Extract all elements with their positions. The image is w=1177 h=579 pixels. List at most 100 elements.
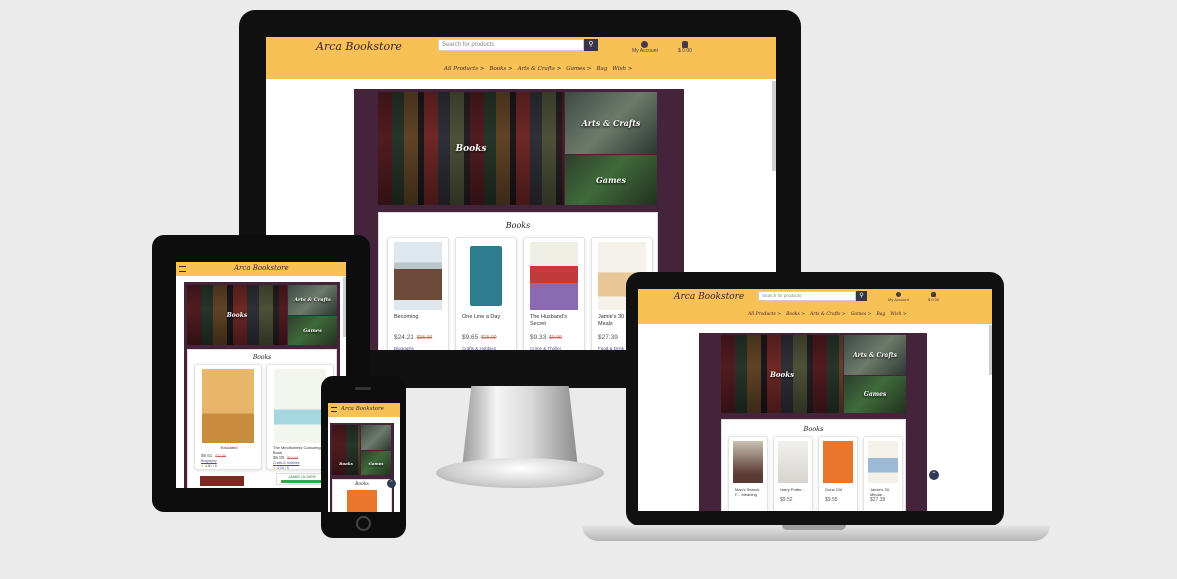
hero-books-tile[interactable]: Books bbox=[378, 92, 564, 205]
search-button[interactable]: ⚲ bbox=[584, 39, 598, 51]
product-title[interactable]: Educated bbox=[201, 445, 257, 450]
laptop-nav-wish[interactable]: Wish > bbox=[890, 312, 906, 317]
hamburger-menu-icon[interactable] bbox=[179, 266, 186, 272]
product-title[interactable]: One Line a Day bbox=[462, 314, 512, 321]
tablet-books-section: Books Educated $9.61 $17.99 Biography ★ 4.81… bbox=[187, 349, 337, 488]
site-logo[interactable]: Arca Bookstore bbox=[316, 40, 402, 53]
product-card[interactable]: Gone Girl $9.55 bbox=[818, 436, 858, 511]
laptop-bag-total: $ 0.00 bbox=[928, 297, 940, 302]
nav-books[interactable]: Books > bbox=[489, 66, 512, 72]
laptop-nav-books[interactable]: Books > bbox=[786, 312, 805, 317]
nav-bag[interactable]: Bag bbox=[597, 66, 608, 72]
price-old: $9.99 bbox=[549, 335, 562, 341]
nav-arts-crafts[interactable]: Arts & Crafts > bbox=[518, 66, 562, 72]
laptop-nav-all[interactable]: All Products > bbox=[748, 312, 781, 317]
laptop-scrollbar[interactable] bbox=[989, 325, 992, 375]
book-cover[interactable] bbox=[394, 242, 442, 310]
product-rating: ★ 4.81 / 5 bbox=[201, 464, 217, 468]
product-category-link[interactable]: Crafts & Hobbies bbox=[462, 346, 496, 350]
chevron-up-icon: ⌃ bbox=[389, 480, 394, 486]
product-category-link[interactable]: Crafts & Hobbies bbox=[273, 461, 299, 465]
laptop-nav-games[interactable]: Games > bbox=[851, 312, 872, 317]
nav-all-products[interactable]: All Products > bbox=[444, 66, 484, 72]
tablet-hero-games-label: Games bbox=[303, 327, 322, 334]
laptop-hero-arts[interactable]: Arts & Crafts bbox=[844, 335, 906, 375]
laptop-section-title: Books bbox=[803, 425, 824, 433]
price-old: $35.00 bbox=[416, 335, 433, 341]
scrollbar[interactable] bbox=[772, 81, 776, 171]
laptop-hero-books[interactable]: Books bbox=[721, 335, 843, 413]
laptop-bag-link[interactable]: $ 0.00 bbox=[928, 292, 939, 302]
laptop-logo[interactable]: Arca Bookstore bbox=[674, 292, 744, 302]
book-cover[interactable] bbox=[867, 441, 899, 483]
laptop-account-link[interactable]: My Account bbox=[888, 292, 909, 302]
book-cover[interactable] bbox=[777, 441, 809, 483]
nav-wish[interactable]: Wish > bbox=[612, 66, 632, 72]
user-icon bbox=[641, 41, 649, 48]
product-card[interactable]: Harry Potter... $9.52 bbox=[773, 436, 813, 511]
product-card[interactable]: One Line a Day $9.65 $15.00 Crafts & Hobbie… bbox=[455, 237, 517, 350]
book-cover[interactable] bbox=[822, 441, 854, 483]
product-card[interactable]: Jamie's 30-Minute... $27.39 bbox=[863, 436, 903, 511]
phone-section-title: Books bbox=[355, 482, 369, 487]
product-card[interactable]: Man's Search F... Meaning bbox=[728, 436, 768, 511]
laptop-search-button[interactable]: ⚲ bbox=[856, 291, 867, 301]
book-cover[interactable] bbox=[530, 242, 578, 310]
price-current: $27.39 bbox=[598, 334, 618, 341]
hero-games-tile[interactable]: Games bbox=[565, 155, 657, 205]
phone-hamburger-icon[interactable] bbox=[331, 407, 337, 412]
product-category-link[interactable]: Biography bbox=[394, 346, 414, 350]
product-card[interactable]: Becoming $24.21 $35.00 Biography bbox=[387, 237, 449, 350]
book-cover[interactable] bbox=[273, 369, 327, 443]
laptop-nav-bag[interactable]: Bag bbox=[876, 312, 885, 317]
tablet-logo[interactable]: Arca Bookstore bbox=[234, 264, 289, 272]
tablet-hero-games[interactable]: Games bbox=[288, 316, 337, 345]
product-category-link[interactable]: Food & Drink bbox=[598, 346, 624, 350]
account-link[interactable]: My Account bbox=[632, 41, 658, 54]
hero-arts-tile[interactable]: Arts & Crafts bbox=[565, 92, 657, 154]
product-card[interactable]: The Husband's Secret $9.33 $9.99 Crime & Th… bbox=[523, 237, 585, 350]
product-category-link[interactable]: Crime & Thriller bbox=[530, 346, 561, 350]
rating-value: 4.26 / 5 bbox=[277, 466, 289, 470]
rating-value: 4.81 / 5 bbox=[205, 464, 217, 468]
laptop-search-input[interactable]: Search for products bbox=[758, 291, 856, 301]
price-current: $9.65 bbox=[462, 334, 479, 341]
tablet-hero-arts[interactable]: Arts & Crafts bbox=[288, 285, 337, 315]
price-old: $12.99 bbox=[287, 456, 298, 460]
bag-link[interactable]: $ 0.00 bbox=[678, 41, 692, 54]
product-price: $9.52 bbox=[780, 497, 793, 503]
product-price: $6.80 $12.99 bbox=[273, 455, 298, 460]
product-title[interactable]: The Husband's Secret bbox=[530, 314, 580, 328]
book-cover[interactable] bbox=[201, 369, 255, 443]
tablet-scrollbar[interactable] bbox=[343, 277, 346, 337]
product-title[interactable]: Jamie's 30-Minute... bbox=[870, 487, 898, 497]
book-cover[interactable] bbox=[732, 441, 764, 483]
phone-hero-games[interactable]: Games bbox=[361, 451, 391, 475]
phone-book-cover bbox=[347, 490, 377, 512]
laptop-hero-games[interactable]: Games bbox=[844, 376, 906, 413]
books-section: Books Becoming $24.21 $35.00 Biography One L… bbox=[378, 212, 658, 350]
laptop-nav-arts[interactable]: Arts & Crafts > bbox=[810, 312, 846, 317]
product-title[interactable]: Man's Search F... Meaning bbox=[735, 487, 763, 497]
laptop-back-to-top-button[interactable]: ⌃ bbox=[929, 470, 939, 480]
monitor-stand-foot bbox=[436, 458, 604, 488]
price-current: $24.21 bbox=[394, 334, 414, 341]
account-label: My Account bbox=[632, 48, 658, 54]
product-category-link[interactable]: Biography bbox=[201, 459, 217, 463]
phone-hero-arts[interactable] bbox=[361, 425, 391, 450]
back-to-top-button[interactable]: ⌃ bbox=[387, 479, 396, 488]
product-title[interactable]: Harry Potter... bbox=[780, 487, 808, 492]
phone-hero: Games Books Books bbox=[330, 423, 394, 512]
laptop-hero-books-label: Books bbox=[769, 369, 795, 379]
phone-hero-games-label: Games bbox=[368, 460, 384, 466]
tablet-hero-books[interactable]: Books bbox=[187, 285, 287, 345]
book-cover[interactable] bbox=[462, 242, 510, 310]
nav-games[interactable]: Games > bbox=[566, 66, 591, 72]
monitor-stand-neck bbox=[462, 386, 578, 468]
phone-speaker bbox=[355, 387, 371, 390]
product-title[interactable]: Becoming bbox=[394, 314, 444, 321]
search-input[interactable]: Search for products bbox=[438, 39, 584, 51]
product-title[interactable]: Gone Girl bbox=[825, 487, 853, 492]
product-card[interactable]: Educated $9.61 $17.99 Biography ★ 4.81 / 5 bbox=[194, 364, 262, 470]
phone-logo[interactable]: Arca Bookstore bbox=[341, 406, 384, 412]
